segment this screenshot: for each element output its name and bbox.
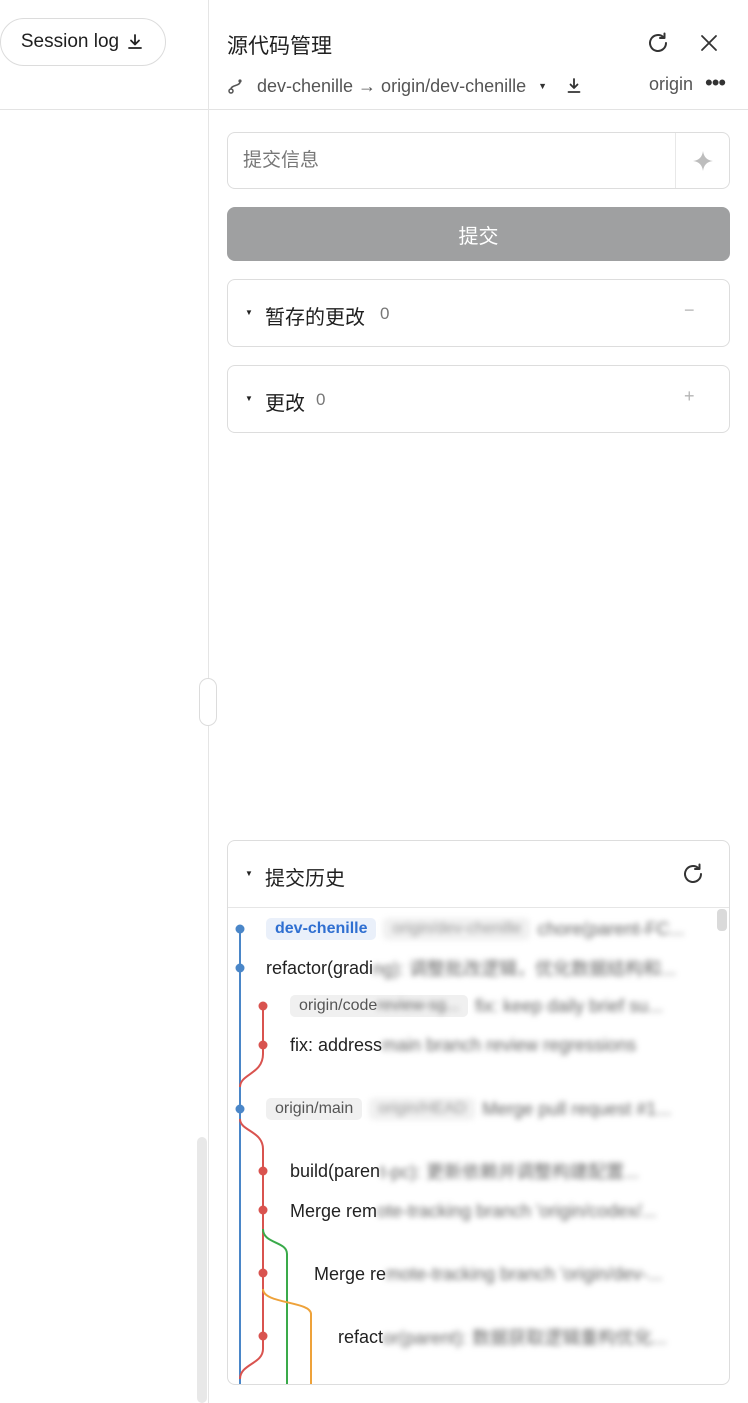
branch-tag: origin/codereview-sg... <box>290 995 469 1017</box>
commit-message: Merge rem <box>290 1200 378 1221</box>
session-log-label: Session log <box>20 31 120 52</box>
left-header: Session log <box>0 0 208 110</box>
source-control-header: 源代码管理 dev-chenille → origin/dev-chenille… <box>209 0 748 110</box>
branch-tag-blurred: review-sg... <box>377 997 460 1014</box>
changes-count: 0 <box>316 390 326 409</box>
refresh-icon[interactable] <box>680 861 706 887</box>
commit-history-header[interactable]: ▼ 提交历史 <box>228 841 729 908</box>
changes-label: 更改 <box>265 393 305 415</box>
commit-message-blurred: t-pc): 更新依赖并调整构建配置... <box>380 1162 640 1182</box>
commit-message-blurred: main branch review regressions <box>382 1034 637 1055</box>
history-scrollbar[interactable] <box>717 909 727 931</box>
commit-message-blurred: Merge pull request #1... <box>482 1098 672 1119</box>
commit-message-field <box>227 132 730 189</box>
commit-row[interactable]: dev-chenille origin/dev-chenille chore(p… <box>266 916 685 942</box>
branch-tag: origin/main <box>266 1098 363 1120</box>
branch-label: dev-chenille → origin/dev-chenille <box>257 75 527 96</box>
close-button[interactable] <box>694 28 724 58</box>
commit-row[interactable]: Merge rem ote-tracking branch 'origin/co… <box>290 1198 657 1224</box>
pull-download-icon[interactable] <box>565 77 583 95</box>
stage-all-button[interactable]: + <box>684 386 695 407</box>
close-icon <box>701 35 717 51</box>
commit-message: refactor(gradi <box>266 957 374 978</box>
commit-button[interactable]: 提交 <box>227 207 730 261</box>
commit-message: refact <box>338 1326 384 1347</box>
collapse-triangle-icon[interactable]: ▼ <box>245 869 253 878</box>
unstage-all-button[interactable]: − <box>684 300 695 321</box>
commit-row[interactable]: origin/codereview-sg... fix: keep daily … <box>290 993 663 1019</box>
commit-message-input[interactable] <box>228 133 676 188</box>
source-control-panel: 源代码管理 dev-chenille → origin/dev-chenille… <box>209 0 748 1403</box>
more-horizontal-icon[interactable]: ••• <box>705 70 726 96</box>
commit-message-blurred: or(parent): 数据获取逻辑重构优化... <box>383 1328 668 1348</box>
commit-row[interactable]: refact or(parent): 数据获取逻辑重构优化... <box>338 1324 667 1350</box>
branch-tag: dev-chenille <box>266 918 377 940</box>
commit-row[interactable]: Merge re mote-tracking branch 'origin/de… <box>314 1261 663 1287</box>
staged-changes-section[interactable]: ▼ 暂存的更改 0 − <box>227 279 730 347</box>
commit-message-blurred: fix: keep daily brief su... <box>475 995 664 1016</box>
left-scrollbar[interactable] <box>197 1137 207 1403</box>
commit-row[interactable]: origin/main origin/HEAD Merge pull reque… <box>266 1096 671 1122</box>
commit-row[interactable]: build(paren t-pc): 更新依赖并调整构建配置... <box>290 1158 639 1184</box>
branch-tag-blurred: origin/dev-chenille <box>383 918 531 940</box>
commit-message-blurred: chore(parent-FC... <box>537 918 685 939</box>
git-branch-icon <box>228 79 242 94</box>
branch-selector[interactable]: dev-chenille → origin/dev-chenille ▼ ori… <box>227 70 737 100</box>
branch-tag-blurred: origin/HEAD <box>369 1098 476 1120</box>
refresh-button[interactable] <box>643 28 673 58</box>
commit-message-blurred: ote-tracking branch 'origin/codex/... <box>377 1200 657 1221</box>
session-log-button[interactable]: Session log <box>0 18 166 66</box>
commit-history-label: 提交历史 <box>265 868 345 890</box>
input-divider <box>675 133 676 188</box>
collapse-triangle-icon[interactable]: ▼ <box>245 394 253 403</box>
staged-changes-label: 暂存的更改 <box>265 307 365 329</box>
commit-message: fix: address <box>290 1034 383 1055</box>
refresh-icon <box>649 32 667 52</box>
commit-graph: dev-chenille origin/dev-chenille chore(p… <box>228 909 729 1384</box>
changes-section[interactable]: ▼ 更改 0 + <box>227 365 730 433</box>
commit-message-blurred: ng): 调整批改逻辑，优化数据结构和... <box>373 959 677 979</box>
commit-row[interactable]: fix: address main branch review regressi… <box>290 1032 636 1058</box>
branch-tag-text: origin/code <box>299 997 378 1014</box>
panel-title: 源代码管理 <box>227 35 332 58</box>
remote-name[interactable]: origin <box>649 74 693 95</box>
commit-row[interactable]: refactor(gradi ng): 调整批改逻辑，优化数据结构和... <box>266 955 676 981</box>
chevron-down-icon[interactable]: ▼ <box>538 81 547 91</box>
commit-history-section: ▼ 提交历史 dev-chenille origin/dev-chenille … <box>227 840 730 1385</box>
download-icon <box>128 34 143 49</box>
commit-message: Merge re <box>314 1263 387 1284</box>
commit-message: build(paren <box>290 1160 381 1181</box>
left-panel: Session log <box>0 0 208 1403</box>
sparkle-icon[interactable] <box>690 148 716 174</box>
staged-changes-count: 0 <box>380 304 390 323</box>
collapse-triangle-icon[interactable]: ▼ <box>245 308 253 317</box>
commit-message-blurred: mote-tracking branch 'origin/dev-... <box>386 1263 663 1284</box>
